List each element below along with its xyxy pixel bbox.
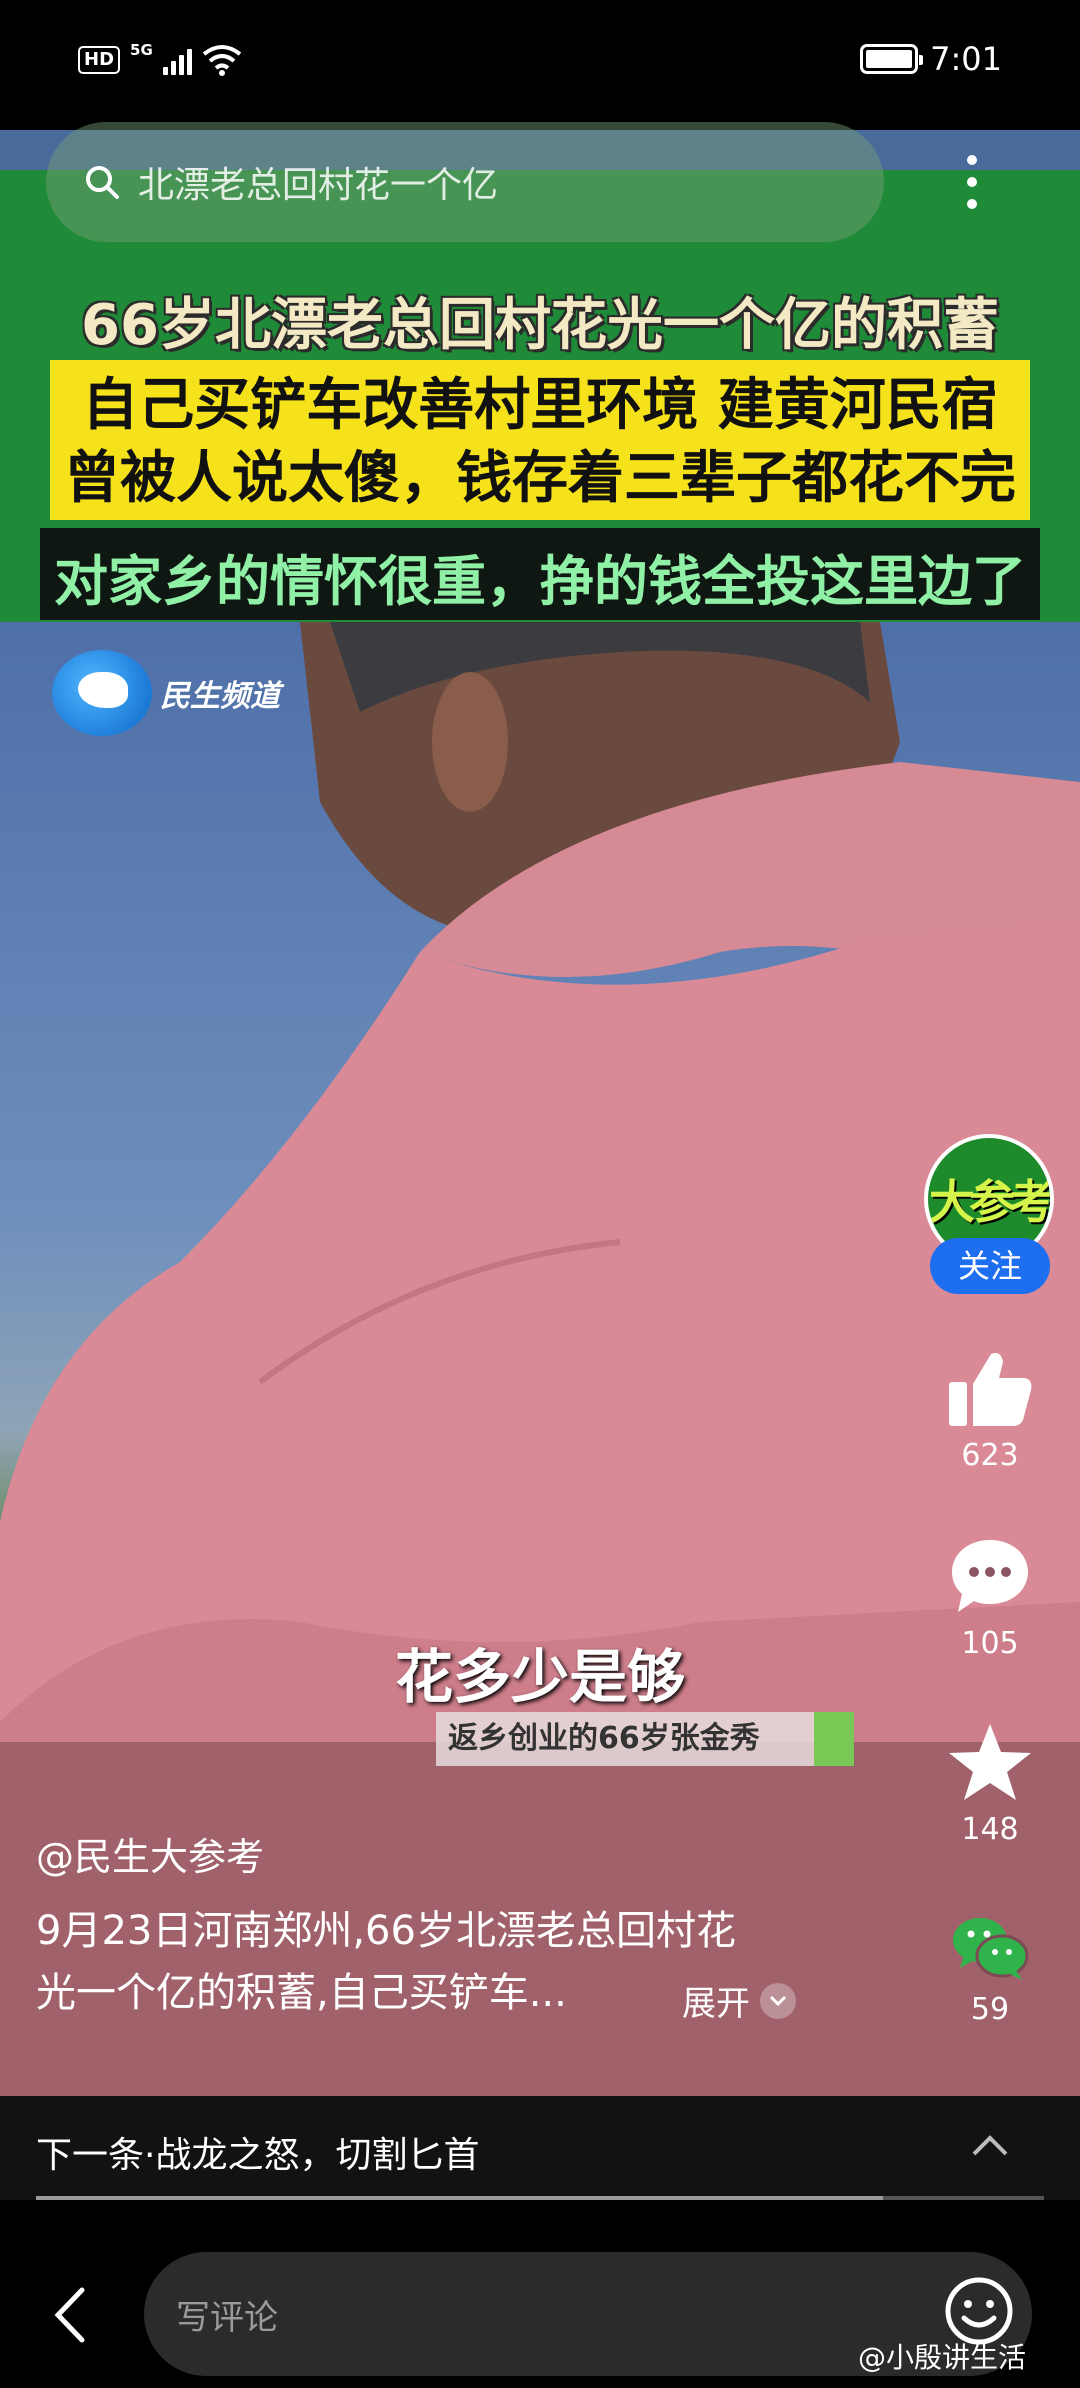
status-right: 7:01 bbox=[860, 40, 1002, 78]
chevron-down-icon bbox=[760, 1982, 796, 2019]
comment-action[interactable]: 105 bbox=[918, 1536, 1062, 1661]
next-video-bar[interactable]: 下一条·战龙之怒，切割匕首 bbox=[0, 2096, 1080, 2200]
next-video-label: 下一条·战龙之怒，切割匕首 bbox=[36, 2135, 480, 2176]
expand-button[interactable]: 展开 bbox=[682, 1976, 796, 2025]
wifi-icon bbox=[202, 45, 241, 76]
expand-label: 展开 bbox=[682, 1984, 750, 2024]
description-line-1: 9月23日河南郑州,66岁北漂老总回村花 bbox=[36, 1908, 736, 1954]
comment-placeholder: 写评论 bbox=[176, 2297, 278, 2338]
battery-fill bbox=[866, 50, 913, 68]
clock: 7:01 bbox=[930, 40, 1002, 78]
headline-line-2: 自己买铲车改善村里环境 建黄河民宿 bbox=[82, 373, 998, 438]
hd-badge: HD bbox=[78, 46, 121, 74]
like-action[interactable]: 623 bbox=[918, 1350, 1062, 1473]
thumbs-up-icon bbox=[949, 1353, 1032, 1426]
wechat-icon bbox=[953, 1918, 1029, 1980]
search-bar[interactable]: 北漂老总回村花一个亿 bbox=[46, 122, 884, 242]
star-icon bbox=[949, 1724, 1031, 1800]
back-icon[interactable] bbox=[52, 2286, 88, 2344]
favorite-count: 148 bbox=[961, 1812, 1019, 1847]
share-count: 59 bbox=[970, 1992, 1010, 2027]
status-left: HD 5G bbox=[78, 41, 242, 76]
headline-subtitle: 自己买铲车改善村里环境 建黄河民宿 曾被人说太傻，钱存着三辈子都花不完 bbox=[0, 370, 1080, 516]
battery-icon bbox=[860, 44, 924, 74]
favorite-action[interactable]: 148 bbox=[918, 1722, 1062, 1847]
channel-logo: 民生频道 bbox=[52, 650, 280, 736]
channel-logo-icon bbox=[52, 650, 152, 736]
status-bar: HD 5G 7:01 bbox=[0, 0, 1080, 130]
follow-button[interactable]: 关注 bbox=[930, 1238, 1050, 1294]
more-options-icon[interactable] bbox=[954, 150, 990, 214]
signal-icon bbox=[162, 45, 192, 75]
share-action[interactable]: 59 bbox=[918, 1912, 1062, 2027]
headline-quote: 对家乡的情怀很重，挣的钱全投这里边了 bbox=[54, 550, 1026, 613]
comment-count: 105 bbox=[961, 1626, 1019, 1661]
search-query: 北漂老总回村花一个亿 bbox=[138, 165, 499, 206]
search-icon bbox=[86, 166, 119, 199]
comment-icon bbox=[952, 1540, 1028, 1612]
headline-title: 66岁北漂老总回村花光一个亿的积蓄 bbox=[81, 293, 999, 358]
avatar-text: 大参考 bbox=[929, 1175, 1050, 1229]
headline-line-3: 曾被人说太傻，钱存着三辈子都花不完 bbox=[64, 445, 1016, 511]
author-name[interactable]: @民生大参考 bbox=[36, 1826, 264, 1881]
like-count: 623 bbox=[961, 1438, 1019, 1473]
watermark: @小殷讲生活 bbox=[858, 2336, 1026, 2376]
speaker-tag: 返乡创业的66岁张金秀 bbox=[436, 1712, 854, 1766]
watermark-text: @小殷讲生活 bbox=[858, 2341, 1027, 2374]
channel-name: 民生频道 bbox=[160, 679, 280, 714]
network-type: 5G bbox=[130, 41, 153, 59]
chevron-up-icon[interactable] bbox=[970, 2130, 1010, 2160]
